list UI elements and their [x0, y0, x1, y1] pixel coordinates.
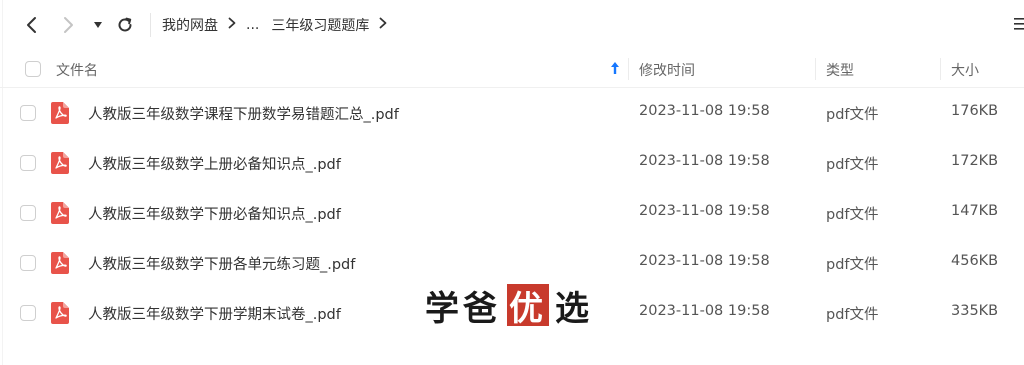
pdf-file-icon — [51, 252, 69, 274]
row-checkbox[interactable] — [20, 255, 36, 271]
chevron-left-icon — [27, 17, 36, 33]
file-size: 456KB — [951, 253, 999, 269]
sort-arrow-up-icon[interactable] — [610, 61, 620, 79]
file-name[interactable]: 人教版三年级数学课程下册数学易错题汇总_.pdf — [88, 103, 399, 124]
file-modified: 2023-11-08 19:58 — [639, 103, 770, 119]
pdf-file-icon — [51, 302, 69, 324]
breadcrumb-chevron-icon — [228, 17, 236, 33]
watermark-text-part2: 优 — [509, 288, 547, 329]
file-name[interactable]: 人教版三年级数学下册各单元练习题_.pdf — [88, 253, 355, 274]
watermark-logo: 学爸 优 选 — [425, 283, 593, 329]
file-name[interactable]: 人教版三年级数学上册必备知识点_.pdf — [88, 153, 341, 174]
column-header-size[interactable]: 大小 — [951, 60, 979, 80]
pdf-file-icon — [51, 152, 69, 174]
file-type: pdf文件 — [826, 107, 879, 123]
view-menu-button[interactable] — [1004, 16, 1024, 36]
file-modified: 2023-11-08 19:58 — [639, 153, 770, 169]
caret-down-icon — [94, 22, 102, 28]
breadcrumb: 我的网盘 ... 三年级习题题库 — [162, 14, 397, 36]
file-name[interactable]: 人教版三年级数学下册必备知识点_.pdf — [88, 203, 341, 224]
column-divider[interactable] — [815, 58, 816, 80]
column-divider[interactable] — [940, 58, 941, 80]
breadcrumb-item-ellipsis[interactable]: ... — [246, 17, 259, 33]
file-size: 335KB — [951, 303, 999, 319]
file-row[interactable]: 人教版三年级数学课程下册数学易错题汇总_.pdf 2023-11-08 19:5… — [0, 88, 1024, 138]
file-modified: 2023-11-08 19:58 — [639, 253, 770, 269]
file-type: pdf文件 — [826, 307, 879, 323]
file-row[interactable]: 人教版三年级数学下册必备知识点_.pdf 2023-11-08 19:58 pd… — [0, 188, 1024, 238]
file-type: pdf文件 — [826, 157, 879, 173]
file-modified: 2023-11-08 19:58 — [639, 203, 770, 219]
column-header-type[interactable]: 类型 — [826, 60, 854, 80]
file-type: pdf文件 — [826, 257, 879, 273]
toolbar: 我的网盘 ... 三年级习题题库 — [0, 0, 1024, 50]
row-checkbox[interactable] — [20, 205, 36, 221]
pdf-file-icon — [51, 202, 69, 224]
column-divider[interactable] — [628, 58, 629, 80]
refresh-icon — [118, 17, 132, 32]
watermark-highlight-box: 优 — [507, 284, 549, 329]
row-checkbox[interactable] — [20, 155, 36, 171]
file-size: 176KB — [951, 103, 999, 119]
toolbar-separator — [150, 13, 151, 37]
file-name[interactable]: 人教版三年级数学下册学期末试卷_.pdf — [88, 303, 341, 324]
watermark-text-part1: 学爸 — [425, 288, 501, 329]
pdf-file-icon — [51, 102, 69, 124]
file-size: 172KB — [951, 153, 999, 169]
file-list-header: 文件名 修改时间 类型 大小 — [0, 50, 1024, 88]
chevron-right-icon — [64, 17, 73, 33]
breadcrumb-item-current[interactable]: 三年级习题题库 — [271, 15, 369, 35]
file-size: 147KB — [951, 203, 999, 219]
select-all-checkbox[interactable] — [25, 61, 41, 77]
row-checkbox[interactable] — [20, 305, 36, 321]
back-button[interactable] — [18, 11, 44, 39]
history-dropdown-button[interactable] — [86, 11, 110, 39]
breadcrumb-chevron-icon — [379, 17, 387, 33]
file-row[interactable]: 人教版三年级数学上册必备知识点_.pdf 2023-11-08 19:58 pd… — [0, 138, 1024, 188]
refresh-button[interactable] — [112, 11, 138, 39]
row-checkbox[interactable] — [20, 105, 36, 121]
list-menu-icon — [1014, 18, 1024, 30]
forward-button[interactable] — [56, 11, 82, 39]
file-modified: 2023-11-08 19:58 — [639, 303, 770, 319]
watermark-text-part3: 选 — [555, 288, 593, 329]
breadcrumb-item-root[interactable]: 我的网盘 — [162, 15, 218, 35]
column-header-modified[interactable]: 修改时间 — [639, 60, 695, 80]
column-header-name[interactable]: 文件名 — [56, 60, 98, 80]
file-type: pdf文件 — [826, 207, 879, 223]
